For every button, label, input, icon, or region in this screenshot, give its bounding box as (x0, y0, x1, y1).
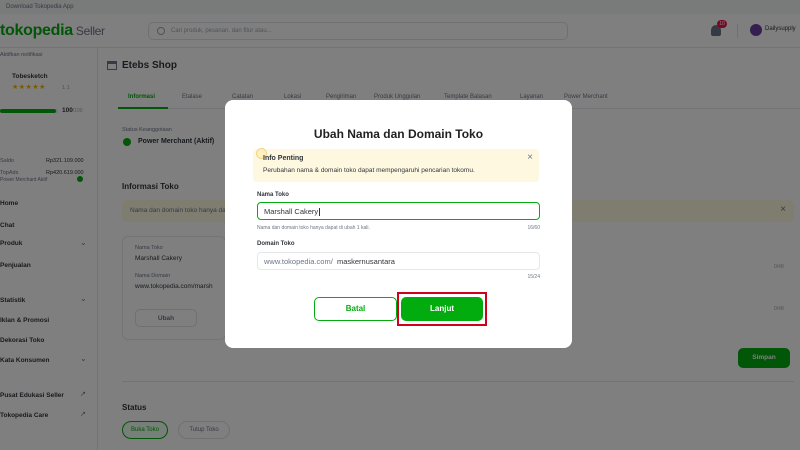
info-banner: Info Penting Perubahan nama & domain tok… (253, 148, 539, 182)
shop-name-counter: 16/60 (527, 225, 540, 231)
domain-field-label: Domain Toko (257, 241, 295, 247)
shop-name-field-label: Nama Toko (257, 192, 289, 198)
info-title: Info Penting (263, 155, 304, 162)
change-name-domain-modal: Ubah Nama dan Domain Toko Info Penting P… (225, 100, 572, 348)
modal-title: Ubah Nama dan Domain Toko (313, 127, 484, 141)
domain-field-value: maskernusantara (336, 257, 395, 266)
info-text: Perubahan nama & domain toko dapat mempe… (263, 167, 475, 174)
shop-name-helper: Nama dan domain toko hanya dapat di ubah… (257, 225, 370, 231)
close-icon[interactable]: × (527, 152, 533, 163)
text-caret (319, 208, 320, 217)
cancel-button[interactable]: Batal (314, 297, 397, 321)
highlight-box (397, 292, 487, 326)
shop-name-field[interactable]: Marshall Cakery (257, 202, 540, 220)
domain-field[interactable]: www.tokopedia.com/ maskernusantara (257, 252, 540, 270)
domain-prefix: www.tokopedia.com/ (264, 257, 333, 266)
shop-name-field-value: Marshall Cakery (264, 207, 319, 216)
domain-counter: 15/24 (527, 274, 540, 280)
